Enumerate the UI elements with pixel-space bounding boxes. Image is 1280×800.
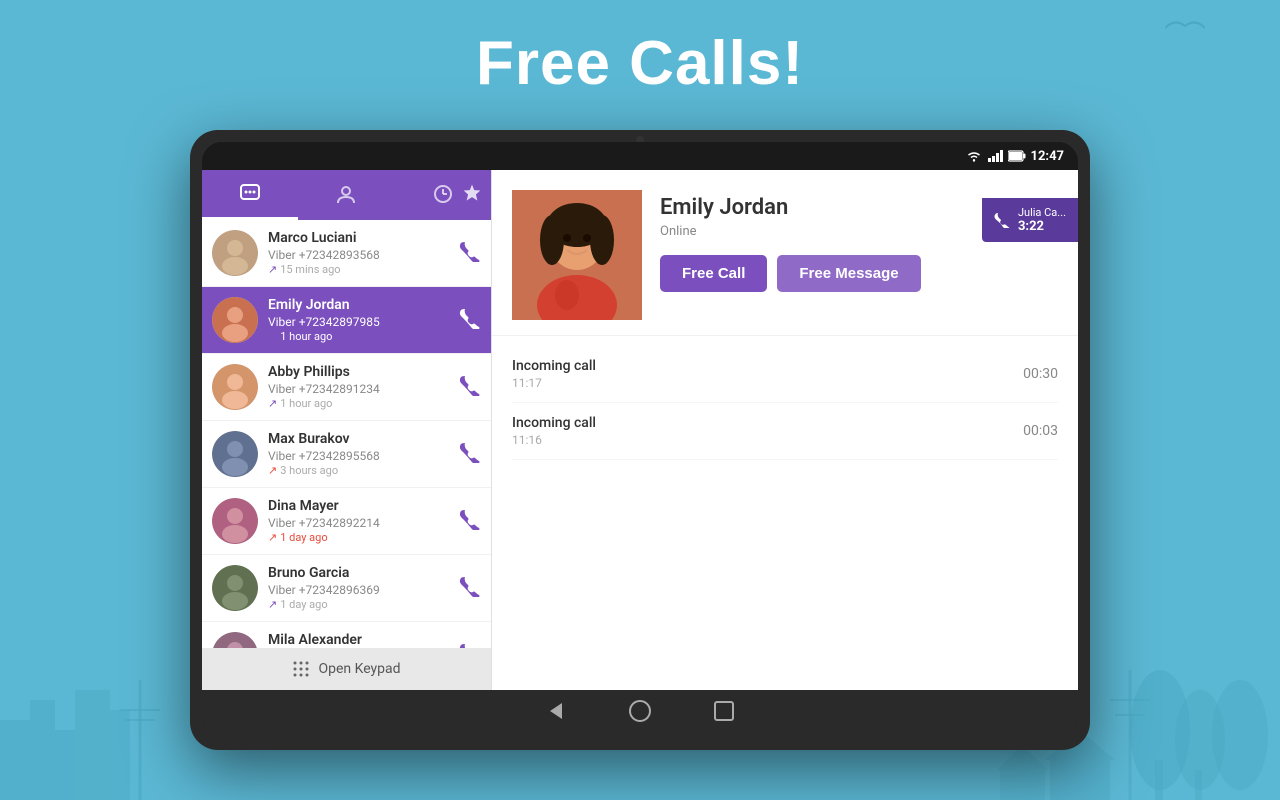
contact-info-marco: Marco Luciani Viber +72342893568 15 mins… xyxy=(268,230,451,276)
contact-avatar-max xyxy=(212,431,258,477)
contact-avatar-abby xyxy=(212,364,258,410)
call-entry-2: Incoming call 11:16 00:03 xyxy=(512,403,1058,460)
call-type-2: Incoming call xyxy=(512,415,596,431)
tablet-device: 12:47 xyxy=(190,130,1090,750)
contact-avatar-emily xyxy=(212,297,258,343)
wifi-icon xyxy=(966,150,982,162)
contact-info-emily: Emily Jordan Viber +72342897985 1 hour a… xyxy=(268,297,451,343)
contact-photo-emily xyxy=(512,190,642,320)
call-notification[interactable]: Julia Ca... 3:22 xyxy=(982,198,1078,242)
contact-time-dina: 1 day ago xyxy=(268,531,451,544)
contact-avatar-marco xyxy=(212,230,258,276)
contact-info-bruno: Bruno Garcia Viber +72342896369 1 day ag… xyxy=(268,565,451,611)
contact-item-dina[interactable]: Dina Mayer Viber +72342892214 1 day ago xyxy=(202,488,491,555)
home-button[interactable] xyxy=(628,699,652,729)
tab-chat[interactable] xyxy=(202,170,298,220)
keypad-icon xyxy=(292,660,310,678)
contact-name-mila: Mila Alexander xyxy=(268,632,451,648)
free-message-button[interactable]: Free Message xyxy=(777,255,920,292)
contact-number-abby: Viber +72342891234 xyxy=(268,382,451,396)
contact-item-bruno[interactable]: Bruno Garcia Viber +72342896369 1 day ag… xyxy=(202,555,491,622)
call-button-marco[interactable] xyxy=(459,240,481,267)
contact-time-bruno: 1 day ago xyxy=(268,598,451,611)
keypad-label: Open Keypad xyxy=(318,661,400,677)
contact-header: Emily Jordan Online Free Call Free Messa… xyxy=(492,170,1078,336)
contact-item-max[interactable]: Max Burakov Viber +72342895568 3 hours a… xyxy=(202,421,491,488)
contact-number-max: Viber +72342895568 xyxy=(268,449,451,463)
back-button[interactable] xyxy=(544,699,568,729)
call-button-emily[interactable] xyxy=(459,307,481,334)
tablet-screen: 12:47 xyxy=(202,142,1078,738)
notification-time: 3:22 xyxy=(1018,219,1066,234)
bird-icon xyxy=(1165,18,1205,42)
contact-time-max: 3 hours ago xyxy=(268,464,451,477)
recent-button[interactable] xyxy=(712,699,736,729)
call-time-1: 11:17 xyxy=(512,376,596,390)
tab-bar xyxy=(202,170,491,220)
contact-name-bruno: Bruno Garcia xyxy=(268,565,451,581)
contact-list: Marco Luciani Viber +72342893568 15 mins… xyxy=(202,220,491,648)
contact-number-marco: Viber +72342893568 xyxy=(268,248,451,262)
contact-time-marco: 15 mins ago xyxy=(268,263,451,276)
call-history: Incoming call 11:17 00:30 Incoming call … xyxy=(492,336,1078,470)
contact-name-emily: Emily Jordan xyxy=(268,297,451,313)
call-entry-left-1: Incoming call 11:17 xyxy=(512,358,596,390)
contact-name-dina: Dina Mayer xyxy=(268,498,451,514)
contact-info-max: Max Burakov Viber +72342895568 3 hours a… xyxy=(268,431,451,477)
contact-detail-panel: Julia Ca... 3:22 xyxy=(492,170,1078,690)
contact-avatar-bruno xyxy=(212,565,258,611)
contact-number-bruno: Viber +72342896369 xyxy=(268,583,451,597)
contact-info-dina: Dina Mayer Viber +72342892214 1 day ago xyxy=(268,498,451,544)
contact-time-emily: 1 hour ago xyxy=(268,330,451,343)
contact-name-abby: Abby Phillips xyxy=(268,364,451,380)
action-buttons: Free Call Free Message xyxy=(660,255,1058,292)
contact-info-mila: Mila Alexander Viber +72342895977 2 days… xyxy=(268,632,451,648)
call-entry-left-2: Incoming call 11:16 xyxy=(512,415,596,447)
contact-item-mila[interactable]: Mila Alexander Viber +72342895977 2 days… xyxy=(202,622,491,648)
bottom-nav xyxy=(202,690,1078,738)
contact-avatar-dina xyxy=(212,498,258,544)
page-title: Free Calls! xyxy=(476,28,804,99)
contact-item-marco[interactable]: Marco Luciani Viber +72342893568 15 mins… xyxy=(202,220,491,287)
notification-details: Julia Ca... 3:22 xyxy=(1018,206,1066,234)
contact-name-max: Max Burakov xyxy=(268,431,451,447)
notification-name: Julia Ca... xyxy=(1018,206,1066,219)
status-bar: 12:47 xyxy=(202,142,1078,170)
contact-item-abby[interactable]: Abby Phillips Viber +72342891234 1 hour … xyxy=(202,354,491,421)
contact-time-abby: 1 hour ago xyxy=(268,397,451,410)
contact-avatar-mila xyxy=(212,632,258,648)
signal-icon xyxy=(987,150,1003,162)
call-button-abby[interactable] xyxy=(459,374,481,401)
call-duration-2: 00:03 xyxy=(1023,423,1058,439)
status-time: 12:47 xyxy=(1031,149,1065,164)
tab-contacts[interactable] xyxy=(298,170,394,220)
call-entry-1: Incoming call 11:17 00:30 xyxy=(512,346,1058,403)
status-icons: 12:47 xyxy=(966,149,1065,164)
call-button-dina[interactable] xyxy=(459,508,481,535)
contact-name-marco: Marco Luciani xyxy=(268,230,451,246)
app-screen: Marco Luciani Viber +72342893568 15 mins… xyxy=(202,170,1078,690)
contact-number-emily: Viber +72342897985 xyxy=(268,315,451,329)
notification-phone-icon xyxy=(994,212,1010,228)
battery-icon xyxy=(1008,150,1026,162)
free-call-button[interactable]: Free Call xyxy=(660,255,767,292)
call-time-2: 11:16 xyxy=(512,433,596,447)
contact-item-emily[interactable]: Emily Jordan Viber +72342897985 1 hour a… xyxy=(202,287,491,354)
call-button-max[interactable] xyxy=(459,441,481,468)
contact-number-dina: Viber +72342892214 xyxy=(268,516,451,530)
star-icon[interactable] xyxy=(463,184,481,207)
call-button-bruno[interactable] xyxy=(459,575,481,602)
contact-info-abby: Abby Phillips Viber +72342891234 1 hour … xyxy=(268,364,451,410)
open-keypad-button[interactable]: Open Keypad xyxy=(202,648,491,690)
call-type-1: Incoming call xyxy=(512,358,596,374)
contacts-panel: Marco Luciani Viber +72342893568 15 mins… xyxy=(202,170,492,690)
call-duration-1: 00:30 xyxy=(1023,366,1058,382)
